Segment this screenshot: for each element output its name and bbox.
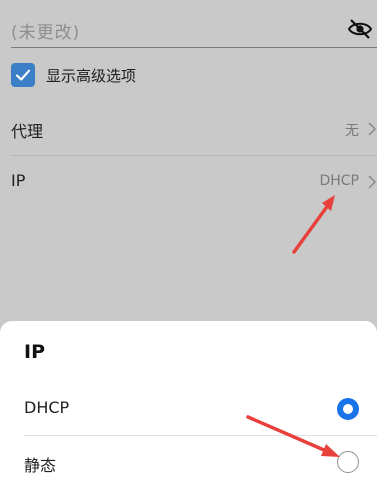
- option-static[interactable]: 静态: [24, 436, 361, 490]
- eye-off-icon[interactable]: [347, 18, 373, 40]
- proxy-value: 无: [345, 123, 359, 139]
- radio-unselected-icon[interactable]: [337, 451, 359, 473]
- advanced-options-label: 显示高级选项: [46, 67, 137, 85]
- ip-value: DHCP: [319, 173, 359, 189]
- option-static-label: 静态: [24, 456, 57, 475]
- ip-label: IP: [11, 171, 26, 190]
- ip-bottom-sheet: IP DHCP 静态: [0, 321, 377, 490]
- sheet-title: IP: [24, 341, 45, 363]
- radio-selected-icon[interactable]: [337, 398, 359, 420]
- chevron-right-icon: [368, 122, 377, 136]
- proxy-row[interactable]: 代理 无: [11, 103, 377, 155]
- password-field[interactable]: (未更改): [11, 12, 377, 48]
- proxy-label: 代理: [11, 122, 44, 141]
- chevron-right-icon: [368, 175, 377, 189]
- password-placeholder: (未更改): [11, 23, 81, 43]
- check-icon: [15, 69, 31, 81]
- advanced-options-checkbox[interactable]: [11, 63, 35, 87]
- option-dhcp[interactable]: DHCP: [24, 382, 361, 436]
- option-dhcp-label: DHCP: [24, 398, 70, 417]
- ip-row[interactable]: IP DHCP: [11, 156, 377, 208]
